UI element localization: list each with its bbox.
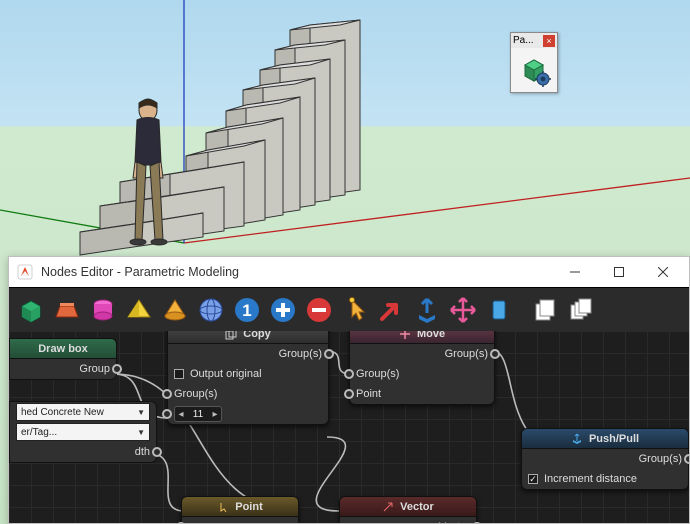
node-title: Vector [400, 501, 434, 513]
nodes-editor-window: Nodes Editor - Parametric Modeling 1 [8, 256, 690, 524]
minus-icon[interactable] [303, 294, 335, 326]
output-port[interactable] [152, 447, 162, 457]
move-icon [399, 331, 411, 340]
cylinder-icon[interactable] [87, 294, 119, 326]
sphere-icon[interactable] [195, 294, 227, 326]
node-canvas[interactable]: Draw box Group hed Concrete New▼ er/Tag.… [9, 331, 689, 523]
cone-icon[interactable] [159, 294, 191, 326]
output-port[interactable] [684, 454, 689, 464]
pushpull-arrow-icon[interactable] [375, 294, 407, 326]
minimize-button[interactable] [553, 258, 597, 286]
point-icon [217, 501, 229, 513]
plus-icon[interactable] [267, 294, 299, 326]
node-copy[interactable]: Copy Group(s) Output original Group(s) ◂… [167, 331, 329, 425]
parametric-palette[interactable]: Pa... × [510, 32, 558, 93]
move-cross-icon[interactable] [447, 294, 479, 326]
input-port[interactable] [344, 389, 354, 399]
port-label: Group(s) [445, 348, 488, 360]
chevron-down-icon: ▼ [137, 408, 145, 417]
increment-checkbox[interactable] [528, 474, 538, 484]
port-label: Group(s) [279, 348, 322, 360]
pushpull-icon [571, 433, 583, 445]
output-port[interactable] [490, 349, 500, 359]
tag-dropdown[interactable]: er/Tag...▼ [16, 423, 150, 441]
node-title: Move [417, 331, 445, 340]
port-label: dth [135, 446, 150, 458]
select-icon[interactable] [339, 294, 371, 326]
port-label: Point [356, 388, 381, 400]
node-vector[interactable]: Vector Vector [339, 496, 477, 523]
palette-title: Pa... [513, 35, 543, 46]
close-button[interactable] [641, 258, 685, 286]
pyramid-icon[interactable] [123, 294, 155, 326]
node-title: Point [235, 501, 263, 513]
checkbox-label: Increment distance [544, 473, 637, 485]
window-title: Nodes Editor - Parametric Modeling [41, 265, 553, 279]
node-draw-box[interactable]: Draw box Group [9, 338, 117, 380]
node-title: Copy [243, 331, 271, 340]
port-label: Group(s) [356, 368, 399, 380]
node-move[interactable]: Move Group(s) Group(s) Point [349, 331, 495, 405]
output-port[interactable] [324, 349, 334, 359]
node-point[interactable]: Point [181, 496, 299, 523]
maximize-button[interactable] [597, 258, 641, 286]
copy-icon [225, 331, 237, 340]
box-tool-icon[interactable] [483, 294, 515, 326]
one-icon[interactable]: 1 [231, 294, 263, 326]
extrude-icon[interactable] [411, 294, 443, 326]
node-title: Draw box [10, 339, 116, 359]
chevron-down-icon: ▼ [137, 428, 145, 437]
node-push-pull[interactable]: Push/Pull Group(s) Increment distance [521, 428, 689, 490]
material-dropdown[interactable]: hed Concrete New▼ [16, 403, 150, 421]
port-label: Group(s) [174, 388, 217, 400]
cube-icon[interactable] [15, 294, 47, 326]
node-toolbar: 1 [9, 287, 689, 331]
output-port[interactable] [112, 364, 122, 374]
port-label: Group(s) [639, 453, 682, 465]
input-port[interactable] [176, 522, 186, 523]
copy-pages-icon[interactable] [529, 294, 561, 326]
node-title: Push/Pull [589, 433, 639, 445]
port-label: Group [79, 363, 110, 375]
output-original-checkbox[interactable] [174, 369, 184, 379]
svg-text:1: 1 [242, 301, 251, 320]
input-port[interactable] [162, 409, 172, 419]
vector-icon [382, 501, 394, 513]
copies-number-input[interactable]: ◂ 11 ▸ [174, 406, 222, 422]
port-label: Vector [439, 521, 470, 523]
titlebar[interactable]: Nodes Editor - Parametric Modeling [9, 257, 689, 287]
prism-icon[interactable] [51, 294, 83, 326]
cube-gear-icon [517, 53, 551, 87]
pages-icon[interactable] [565, 294, 597, 326]
side-properties: hed Concrete New▼ er/Tag...▼ dth [9, 401, 157, 463]
step-up-icon[interactable]: ▸ [209, 409, 221, 420]
palette-body[interactable] [511, 48, 557, 92]
checkbox-label: Output original [190, 368, 262, 380]
input-port[interactable] [344, 369, 354, 379]
sketchup-icon [17, 264, 33, 280]
palette-close-button[interactable]: × [543, 35, 555, 47]
output-port[interactable] [472, 522, 482, 523]
input-port[interactable] [162, 389, 172, 399]
step-down-icon[interactable]: ◂ [175, 409, 187, 420]
